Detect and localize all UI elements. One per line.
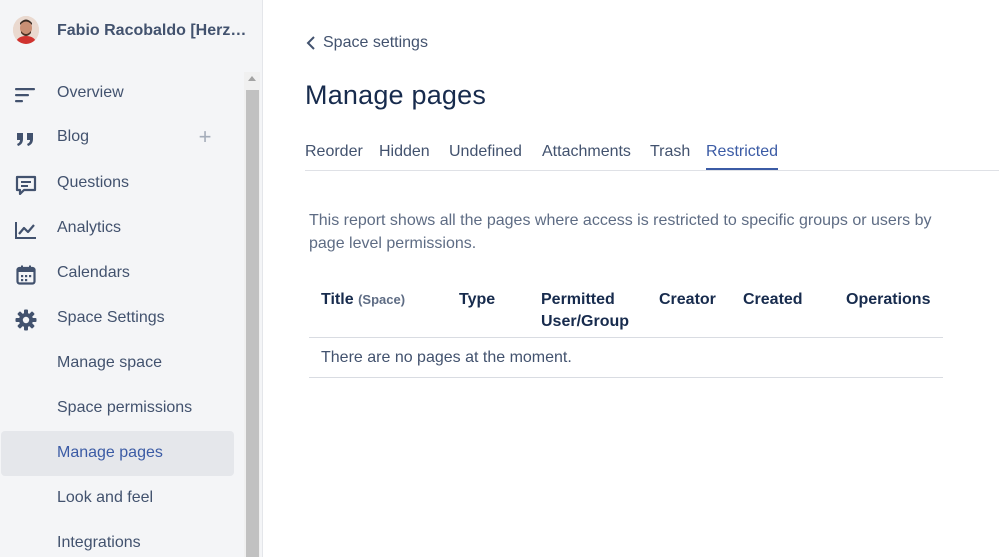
sidebar-item-questions[interactable]: Questions bbox=[0, 164, 240, 204]
column-header-created[interactable]: Created bbox=[743, 289, 803, 311]
column-title-suffix: (Space) bbox=[358, 292, 406, 307]
sidebar-item-label: Integrations bbox=[57, 534, 141, 551]
sidebar-item-integrations[interactable]: Integrations bbox=[0, 524, 240, 557]
avatar bbox=[13, 16, 39, 44]
column-permitted-line2: User/Group bbox=[541, 313, 630, 330]
tab-attachments[interactable]: Attachments bbox=[542, 143, 631, 170]
sidebar-item-label: Analytics bbox=[57, 219, 122, 236]
tab-bar: Reorder Hidden Undefined Attachments Tra… bbox=[305, 143, 999, 171]
space-name[interactable]: Fabio Racobaldo [Herzum] bbox=[57, 22, 247, 40]
add-blog-button[interactable]: + bbox=[196, 126, 214, 148]
sidebar-item-manage-pages[interactable]: Manage pages bbox=[1, 431, 234, 476]
sidebar-item-manage-space[interactable]: Manage space bbox=[0, 344, 240, 384]
sidebar-item-look-and-feel[interactable]: Look and feel bbox=[0, 479, 240, 519]
quote-icon bbox=[14, 128, 38, 150]
column-title-label: Title bbox=[321, 291, 354, 308]
table-row: There are no pages at the moment. bbox=[309, 338, 943, 378]
sidebar-item-space-settings[interactable]: Space Settings bbox=[0, 299, 240, 339]
back-link-label: Space settings bbox=[323, 34, 428, 51]
chevron-left-icon bbox=[305, 35, 319, 51]
sidebar-item-label: Look and feel bbox=[57, 489, 154, 506]
column-header-operations: Operations bbox=[846, 291, 931, 308]
sidebar-item-label: Space Settings bbox=[57, 309, 165, 326]
space-header[interactable]: Fabio Racobaldo [Herzum] bbox=[0, 0, 262, 64]
sidebar-scrollbar[interactable] bbox=[244, 72, 260, 557]
tab-hidden[interactable]: Hidden bbox=[379, 143, 430, 170]
scroll-up-arrow-icon[interactable] bbox=[248, 76, 256, 81]
main-content: Space settings Manage pages Reorder Hidd… bbox=[264, 0, 999, 557]
tab-trash[interactable]: Trash bbox=[650, 143, 690, 170]
tab-restricted[interactable]: Restricted bbox=[706, 143, 779, 170]
sidebar-item-label: Questions bbox=[57, 174, 130, 191]
sidebar-item-label: Blog bbox=[57, 128, 90, 145]
sidebar-item-calendars[interactable]: Calendars bbox=[0, 254, 240, 294]
page-title: Manage pages bbox=[305, 80, 487, 110]
sidebar-item-label: Overview bbox=[57, 84, 124, 101]
column-header-type[interactable]: Type bbox=[459, 289, 495, 311]
tab-undefined[interactable]: Undefined bbox=[449, 143, 522, 170]
restricted-pages-table: Title (Space) Type Permitted User/Group … bbox=[309, 285, 943, 378]
sidebar-item-label: Manage space bbox=[57, 354, 162, 371]
sidebar-item-label: Space permissions bbox=[57, 399, 193, 416]
analytics-icon bbox=[14, 219, 38, 241]
column-permitted-line1: Permitted bbox=[541, 291, 615, 308]
tab-reorder[interactable]: Reorder bbox=[305, 143, 363, 170]
sidebar-item-label: Calendars bbox=[57, 264, 130, 281]
table-header: Title (Space) Type Permitted User/Group … bbox=[309, 285, 943, 338]
column-header-creator[interactable]: Creator bbox=[659, 289, 716, 311]
column-header-title[interactable]: Title (Space) bbox=[321, 289, 405, 311]
sidebar-item-space-permissions[interactable]: Space permissions bbox=[0, 389, 240, 429]
sidebar-item-label: Manage pages bbox=[57, 444, 163, 461]
empty-table-message: There are no pages at the moment. bbox=[321, 349, 572, 366]
calendar-icon bbox=[14, 264, 38, 286]
sidebar: Fabio Racobaldo [Herzum] Overview Blog +… bbox=[0, 0, 263, 557]
back-to-space-settings-link[interactable]: Space settings bbox=[305, 34, 428, 52]
report-description: This report shows all the pages where ac… bbox=[309, 212, 932, 252]
overview-lines-icon bbox=[14, 84, 38, 106]
sidebar-item-analytics[interactable]: Analytics bbox=[0, 209, 240, 249]
gear-icon bbox=[14, 309, 38, 331]
questions-icon bbox=[14, 174, 38, 196]
sidebar-item-overview[interactable]: Overview bbox=[0, 74, 240, 114]
column-header-permitted[interactable]: Permitted User/Group bbox=[541, 289, 629, 333]
scrollbar-thumb[interactable] bbox=[246, 90, 259, 557]
